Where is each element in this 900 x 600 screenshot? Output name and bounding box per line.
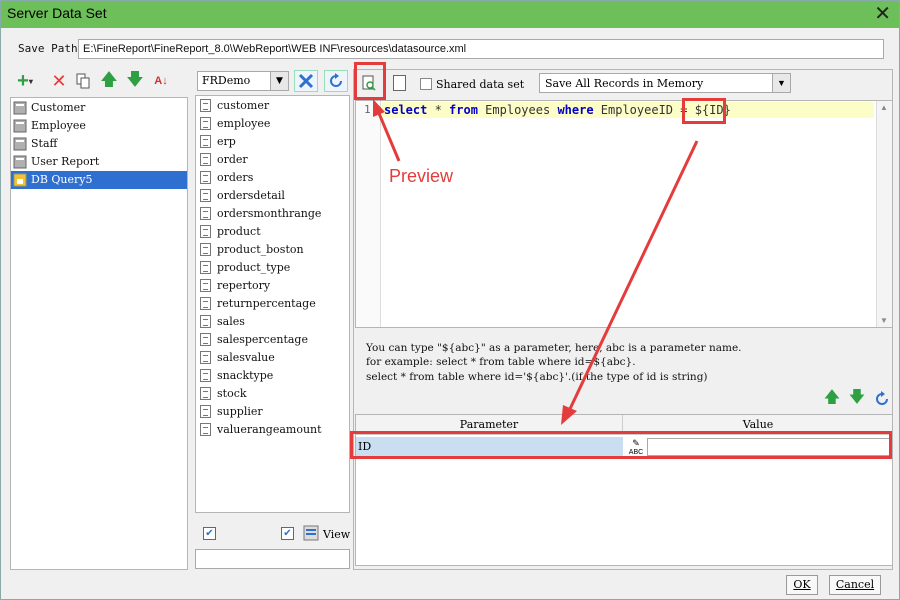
ok-button[interactable]: OK (786, 575, 818, 595)
server-data-set-window: Server Data Set ✕ Save Path: E:\FineRepo… (0, 0, 900, 600)
annotation-arrows (373, 99, 699, 425)
cancel-button[interactable]: Cancel (829, 575, 881, 595)
